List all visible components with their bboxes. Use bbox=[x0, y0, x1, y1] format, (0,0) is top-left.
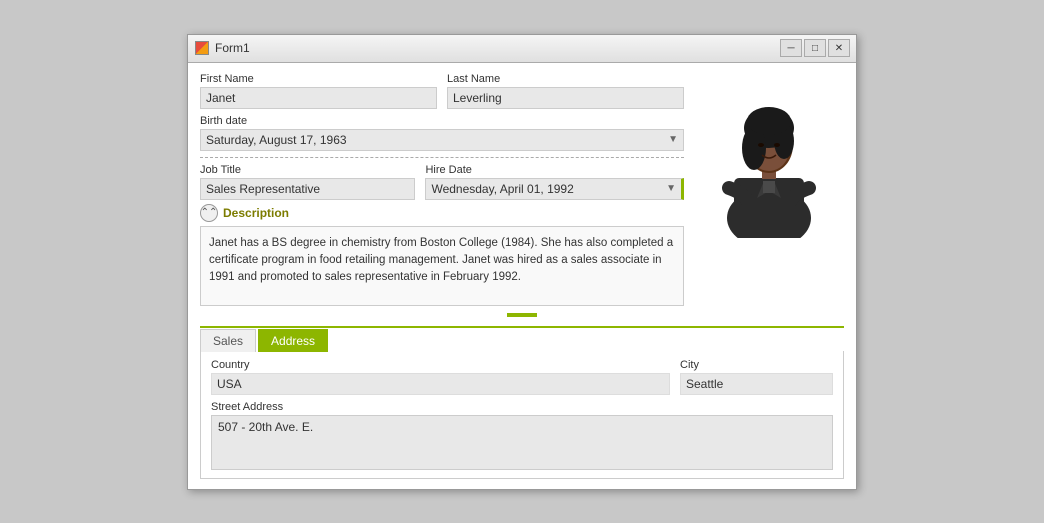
description-label: Description bbox=[223, 206, 289, 220]
last-name-group: Last Name bbox=[447, 73, 684, 109]
tab-content-address: Country USA City Seattle Street Addre bbox=[200, 351, 844, 479]
job-title-input[interactable] bbox=[200, 178, 415, 200]
city-group: City Seattle bbox=[680, 359, 833, 395]
hire-date-arrow-icon: ▼ bbox=[666, 183, 676, 194]
country-city-row: Country USA City Seattle bbox=[211, 359, 833, 395]
maximize-button[interactable]: □ bbox=[804, 39, 826, 57]
description-text: Janet has a BS degree in chemistry from … bbox=[209, 237, 673, 284]
hire-date-value: Wednesday, April 01, 1992 bbox=[431, 182, 573, 196]
form-left: First Name Last Name Birth date Saturday… bbox=[200, 73, 684, 306]
country-value[interactable]: USA bbox=[211, 373, 670, 395]
top-section: First Name Last Name Birth date Saturday… bbox=[200, 73, 844, 306]
last-name-label: Last Name bbox=[447, 73, 684, 85]
country-label: Country bbox=[211, 359, 670, 371]
job-hire-row: Job Title Hire Date Wednesday, April 01,… bbox=[200, 164, 684, 200]
birth-date-arrow-icon: ▼ bbox=[668, 134, 678, 145]
country-group: Country USA bbox=[211, 359, 670, 395]
street-address-label: Street Address bbox=[211, 401, 833, 413]
form-content: First Name Last Name Birth date Saturday… bbox=[188, 63, 856, 489]
city-label: City bbox=[680, 359, 833, 371]
tabs-section: Sales Address Country USA bbox=[200, 326, 844, 479]
first-name-label: First Name bbox=[200, 73, 437, 85]
job-title-label: Job Title bbox=[200, 164, 415, 176]
tabs-row: Sales Address bbox=[200, 328, 844, 351]
hire-date-label: Hire Date bbox=[425, 164, 684, 176]
window-title: Form1 bbox=[215, 41, 250, 55]
description-section: ⌃⌃ Description Janet has a BS degree in … bbox=[200, 204, 684, 306]
app-icon bbox=[194, 40, 210, 56]
street-address-group: Street Address 507 - 20th Ave. E. bbox=[211, 401, 833, 470]
street-address-box[interactable]: 507 - 20th Ave. E. bbox=[211, 415, 833, 470]
first-name-input[interactable] bbox=[200, 87, 437, 109]
minimize-button[interactable]: ─ bbox=[780, 39, 802, 57]
collapse-button[interactable]: ⌃⌃ bbox=[200, 204, 218, 222]
title-buttons: ─ □ ✕ bbox=[780, 39, 850, 57]
first-name-group: First Name bbox=[200, 73, 437, 109]
collapse-header: ⌃⌃ Description bbox=[200, 204, 684, 222]
main-window: Form1 ─ □ ✕ First Name Last Name bbox=[187, 34, 857, 490]
job-title-group: Job Title bbox=[200, 164, 415, 200]
title-bar: Form1 ─ □ ✕ bbox=[188, 35, 856, 63]
scroll-indicator bbox=[507, 313, 537, 317]
name-row: First Name Last Name bbox=[200, 73, 684, 109]
birth-date-group: Birth date Saturday, August 17, 1963 ▼ bbox=[200, 115, 684, 151]
birth-date-label: Birth date bbox=[200, 115, 684, 127]
hire-date-group: Hire Date Wednesday, April 01, 1992 ▼ bbox=[425, 164, 684, 200]
divider-1 bbox=[200, 157, 684, 158]
photo-section bbox=[694, 73, 844, 306]
title-bar-left: Form1 bbox=[194, 40, 250, 56]
employee-photo-svg bbox=[699, 73, 839, 238]
birth-date-select[interactable]: Saturday, August 17, 1963 ▼ bbox=[200, 129, 684, 151]
last-name-input[interactable] bbox=[447, 87, 684, 109]
tab-sales[interactable]: Sales bbox=[200, 329, 256, 352]
city-value[interactable]: Seattle bbox=[680, 373, 833, 395]
tab-address[interactable]: Address bbox=[258, 329, 328, 352]
street-address-value: 507 - 20th Ave. E. bbox=[218, 420, 313, 434]
birth-date-value: Saturday, August 17, 1963 bbox=[206, 133, 347, 147]
hire-date-select[interactable]: Wednesday, April 01, 1992 ▼ bbox=[425, 178, 684, 200]
employee-photo bbox=[697, 73, 842, 238]
description-box: Janet has a BS degree in chemistry from … bbox=[200, 226, 684, 306]
close-button[interactable]: ✕ bbox=[828, 39, 850, 57]
scroll-indicator-wrapper bbox=[200, 310, 844, 320]
